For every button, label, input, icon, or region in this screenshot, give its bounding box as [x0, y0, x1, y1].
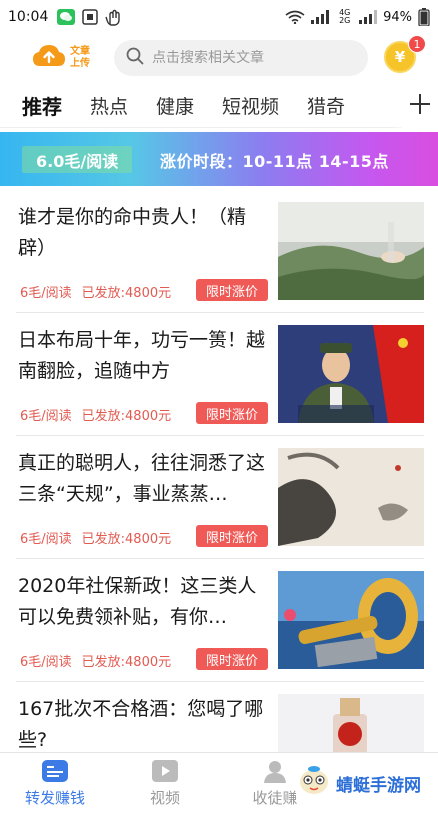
- article-paid: 已发放:4800元: [81, 655, 172, 670]
- article-paid: 已发放:4800元: [81, 409, 172, 424]
- upload-label: 文章 上传: [70, 46, 90, 70]
- article-thumbnail: [278, 202, 424, 300]
- article-rate: 6毛/阅读: [20, 409, 72, 424]
- nav-label: 收徒赚: [252, 789, 298, 807]
- tab-curious[interactable]: 猎奇: [307, 92, 345, 119]
- category-tabs: 推荐 热点 健康 短视频 猎奇: [0, 83, 438, 128]
- upload-label-line2: 上传: [70, 58, 90, 69]
- article-paid: 已发放:4800元: [81, 286, 172, 301]
- price-rise-tag: 限时涨价: [196, 648, 268, 670]
- tab-list: 推荐 热点 健康 短视频 猎奇: [0, 91, 384, 120]
- app-header: 文章 上传 ¥ 1: [0, 34, 438, 82]
- network-type: 4G 2G: [339, 8, 351, 25]
- tab-hot[interactable]: 热点: [90, 92, 128, 119]
- nav-label: 转发赚钱: [24, 789, 85, 807]
- upload-label-line1: 文章: [70, 46, 90, 57]
- price-rise-tag: 限时涨价: [196, 525, 268, 547]
- article-thumbnail: [278, 571, 424, 669]
- nav-video[interactable]: 视频: [110, 753, 220, 814]
- hand-icon: [105, 8, 121, 26]
- nav-share-earn[interactable]: 转发赚钱: [0, 753, 110, 814]
- status-bar: 10:04 4G 2G 94%: [0, 0, 438, 34]
- battery-percent: 94%: [383, 9, 412, 25]
- signal-icon: [311, 10, 333, 24]
- article-rate: 6毛/阅读: [20, 286, 72, 301]
- article-meta: 6毛/阅读 已发放:4800元: [20, 528, 171, 547]
- article-item[interactable]: 2020年社保新政！这三类人可以免费领补贴，有你… 6毛/阅读 已发放:4800…: [16, 559, 424, 682]
- banner-rate: 6.0毛/阅读: [22, 146, 133, 173]
- tab-short-video[interactable]: 短视频: [222, 92, 279, 119]
- upload-article-button[interactable]: 文章 上传: [32, 44, 104, 72]
- notification-badge: 1: [408, 35, 426, 53]
- price-rise-tag: 限时涨价: [196, 402, 268, 424]
- article-item[interactable]: 谁才是你的命中贵人！（精辟） 6毛/阅读 已发放:4800元 限时涨价: [16, 190, 424, 313]
- share-earn-icon: [41, 759, 69, 783]
- screenshot-icon: [82, 9, 99, 25]
- price-rise-tag: 限时涨价: [196, 279, 268, 301]
- plus-icon: [409, 89, 431, 122]
- coin-wallet-button[interactable]: ¥ 1: [384, 35, 426, 75]
- video-icon: [151, 759, 179, 783]
- battery-icon: [418, 8, 430, 26]
- article-rate: 6毛/阅读: [20, 532, 72, 547]
- signal-icon-2: [359, 10, 378, 24]
- article-meta: 6毛/阅读 已发放:4800元: [20, 282, 171, 301]
- search-box[interactable]: [114, 40, 368, 76]
- search-input[interactable]: [152, 50, 352, 66]
- site-watermark: 蜻蜓手游网: [296, 766, 421, 801]
- article-list: 谁才是你的命中贵人！（精辟） 6毛/阅读 已发放:4800元 限时涨价 日本布局…: [0, 190, 438, 805]
- status-time: 10:04: [8, 9, 49, 25]
- nav-label: 视频: [149, 789, 180, 807]
- article-title: 167批次不合格酒：您喝了哪些?: [18, 698, 264, 751]
- add-tab-button[interactable]: [402, 83, 438, 128]
- article-item[interactable]: 日本布局十年，功亏一篑！越南翻脸，追随中方 6毛/阅读 已发放:4800元 限时…: [16, 313, 424, 436]
- search-icon: [126, 47, 144, 69]
- article-paid: 已发放:4800元: [81, 532, 172, 547]
- article-meta: 6毛/阅读 已发放:4800元: [20, 405, 171, 424]
- article-title: 日本布局十年，功亏一篑！越南翻脸，追随中方: [18, 329, 266, 382]
- article-title: 真正的聪明人，往往洞悉了这三条“天规”，事业蒸蒸…: [18, 452, 266, 505]
- article-thumbnail: [278, 448, 424, 546]
- article-rate: 6毛/阅读: [20, 655, 72, 670]
- wifi-icon: [285, 10, 305, 24]
- banner-period: 涨价时段：10-11点 14-15点: [160, 152, 389, 171]
- person-icon: [261, 759, 289, 783]
- tab-health[interactable]: 健康: [156, 92, 194, 119]
- article-thumbnail: [278, 325, 424, 423]
- article-item[interactable]: 真正的聪明人，往往洞悉了这三条“天规”，事业蒸蒸… 6毛/阅读 已发放:4800…: [16, 436, 424, 559]
- wechat-icon: [57, 9, 76, 25]
- article-meta: 6毛/阅读 已发放:4800元: [20, 651, 171, 670]
- promo-banner[interactable]: 6.0毛/阅读 涨价时段：10-11点 14-15点: [0, 132, 438, 186]
- watermark-text: 蜻蜓手游网: [336, 776, 421, 796]
- cloud-upload-icon: [32, 44, 66, 72]
- article-title: 2020年社保新政！这三类人可以免费领补贴，有你…: [18, 575, 257, 628]
- article-title: 谁才是你的命中贵人！（精辟）: [18, 206, 247, 259]
- mascot-icon: [296, 766, 332, 801]
- tab-recommend[interactable]: 推荐: [22, 91, 62, 120]
